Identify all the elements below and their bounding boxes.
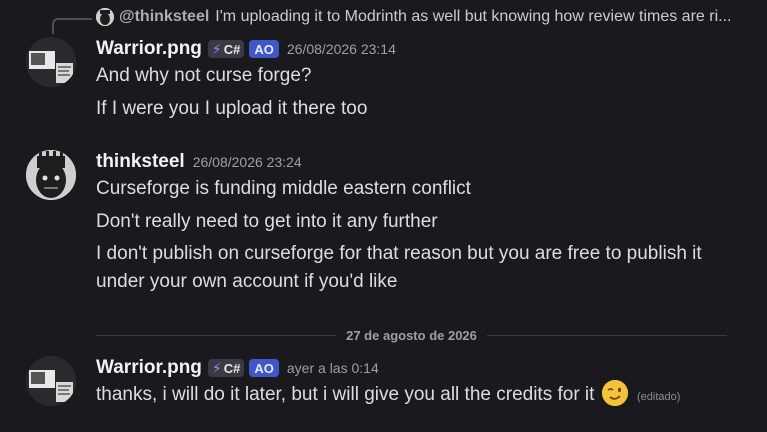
message-text: And why not curse forge? [96,65,312,86]
lightning-icon: ⚡ [211,40,222,57]
message-text: I don't publish on curseforge for that r… [96,243,702,292]
date-divider-label: 27 de agosto de 2026 [346,328,477,343]
server-tag-label: C# [223,41,241,57]
server-tag-label: C# [223,360,241,376]
avatar[interactable] [26,356,76,406]
reply-username[interactable]: @thinksteel [119,8,209,26]
role-badge[interactable]: AO [249,359,279,377]
server-tag-badge[interactable]: ⚡ C# [207,40,245,58]
message-text: thanks, i will do it later, but i will g… [96,384,595,405]
message-text-row: thanks, i will do it later, but i will g… [96,380,727,411]
timestamp[interactable]: 26/08/2026 23:24 [193,154,302,170]
avatar[interactable] [26,37,76,87]
username[interactable]: Warrior.png [96,38,202,60]
message-text: Curseforge is funding middle eastern con… [96,178,471,199]
edited-label: (editado) [637,391,681,403]
timestamp[interactable]: 26/08/2026 23:14 [287,41,396,57]
username[interactable]: thinksteel [96,151,185,173]
message-text: If I were you I upload it there too [96,98,368,119]
username[interactable]: Warrior.png [96,357,202,379]
winking-face-emoji[interactable] [601,380,628,406]
server-tag-badge[interactable]: ⚡ C# [207,359,245,377]
reply-text[interactable]: I'm uploading it to Modrinth as well but… [215,8,731,26]
role-badge[interactable]: AO [249,40,279,58]
divider-line [96,335,337,336]
reply-avatar [96,8,114,26]
reply-reference[interactable]: @thinksteel I'm uploading it to Modrinth… [96,8,756,26]
message-text: Don't really need to get into it any fur… [96,211,438,232]
timestamp[interactable]: ayer a las 0:14 [287,360,379,376]
date-divider: 27 de agosto de 2026 [96,328,727,343]
divider-line [486,335,727,336]
lightning-icon: ⚡ [211,359,222,376]
avatar[interactable] [26,150,76,200]
reply-connector-line [52,18,92,34]
